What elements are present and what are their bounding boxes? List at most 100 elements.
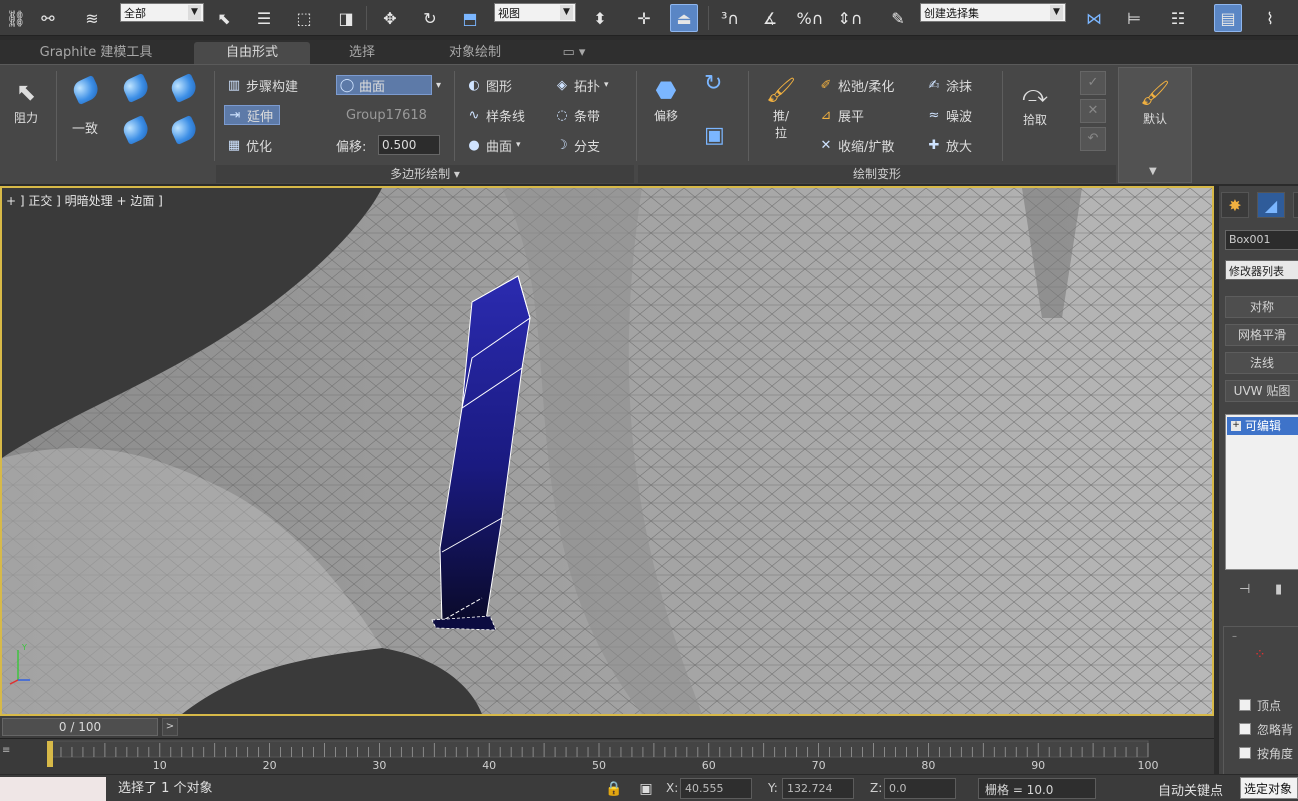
checkbox-box[interactable] [1239, 747, 1251, 759]
mirror-icon[interactable]: ⋈ [1080, 4, 1108, 32]
rotate-brush-icon[interactable]: ↻ [704, 71, 722, 96]
extend-button[interactable]: ⇥ 延伸 [224, 105, 281, 125]
resist-button[interactable]: ⬉ 阻力 [4, 75, 48, 126]
reference-coordinate-dropdown[interactable]: 视图 ▼ [494, 3, 576, 22]
offset-spinner[interactable]: 0.500 [378, 135, 440, 155]
viewport-label[interactable]: + ] 正交 ] 明暗处理 + 边面 ] [6, 192, 163, 209]
graphite-toggle-icon[interactable]: ▤ [1214, 4, 1242, 32]
close-icon[interactable]: ✕ [1080, 99, 1106, 123]
snap-toggle-icon[interactable]: ³∩ [716, 4, 744, 32]
stack-item-editable[interactable]: + 可编辑 [1227, 417, 1298, 435]
modify-tab-icon[interactable]: ◢ [1257, 192, 1285, 218]
track-bar[interactable]: ≡ 10 20 30 40 50 60 70 80 90 100 [0, 738, 1214, 774]
splines-button[interactable]: ∿ 样条线 [466, 105, 525, 125]
conform-button[interactable]: 一致 [72, 117, 98, 137]
inflate-button[interactable]: ✚ 放大 [926, 135, 972, 155]
checkbox-by-angle[interactable]: 按角度 [1239, 744, 1298, 762]
strips-button[interactable]: ◌ 条带 [554, 105, 600, 125]
y-coordinate-field[interactable]: 132.724 [782, 778, 854, 799]
align-icon[interactable]: ⊨ [1120, 4, 1148, 32]
select-object-icon[interactable]: ⬉ [210, 4, 238, 32]
select-manipulate-icon[interactable]: ✛ [630, 4, 658, 32]
tab-freeform[interactable]: 自由形式 [194, 42, 310, 64]
symmetry-button[interactable]: 对称 [1225, 296, 1298, 318]
absolute-mode-icon[interactable]: ▣ [636, 779, 656, 799]
tab-graphite-modeling[interactable]: Graphite 建模工具 [18, 42, 174, 64]
push-pull-button[interactable]: 🖌 推/拉 [756, 73, 806, 141]
offset-button[interactable]: ⬣ 偏移 [644, 73, 688, 124]
checkbox-box[interactable] [1239, 723, 1251, 735]
pin-stack-icon[interactable]: ⊣ [1239, 582, 1250, 597]
shapes-button[interactable]: ◐ 图形 [466, 75, 512, 95]
time-slider-thumb[interactable]: 0 / 100 [2, 718, 158, 736]
window-crossing-icon[interactable]: ◨ [332, 4, 360, 32]
gem-paint-icon[interactable] [166, 113, 204, 147]
checkbox-ignore-backfacing[interactable]: 忽略背 [1239, 720, 1298, 738]
rotate-icon[interactable]: ↻ [416, 4, 444, 32]
smudge-button[interactable]: ✍ 涂抹 [926, 75, 972, 95]
create-tab-icon[interactable]: ✸ [1221, 192, 1249, 218]
vertex-subobject-icon[interactable]: ⁘ [1254, 647, 1266, 663]
branches-button[interactable]: ☽ 分支 [554, 135, 600, 155]
unlink-icon[interactable]: ⚯ [34, 4, 62, 32]
object-name-field[interactable]: Box001 [1225, 230, 1298, 250]
gem-brush-icon[interactable] [166, 71, 204, 105]
select-by-name-icon[interactable]: ☰ [250, 4, 278, 32]
gem-gear-icon[interactable] [118, 71, 156, 105]
polydraw-group-label[interactable]: 多边形绘制 ▾ [216, 165, 634, 183]
tab-object-paint[interactable]: 对象绘制 [420, 42, 530, 64]
modifier-list-dropdown[interactable]: 修改器列表 [1225, 260, 1298, 280]
gem-shape-icon[interactable] [68, 73, 106, 107]
current-frame-marker[interactable] [47, 741, 53, 767]
next-frame-icon[interactable]: > [162, 718, 178, 736]
rect-selection-icon[interactable]: ⬚ [290, 4, 318, 32]
key-filter-dropdown[interactable]: 选定对象 [1240, 777, 1298, 799]
spinner-snap-icon[interactable]: ⇕∩ [836, 4, 864, 32]
lock-icon[interactable]: 🔒 [604, 779, 624, 799]
gem-copy-icon[interactable] [118, 113, 156, 147]
surface-mode-dropdown[interactable]: ◯ 曲面 [336, 75, 432, 95]
named-selection-dropdown[interactable]: 创建选择集 ▼ [920, 3, 1066, 22]
tab-selection[interactable]: 选择 [326, 42, 398, 64]
clone-brush-icon[interactable]: ▣ [704, 123, 725, 148]
check-icon[interactable]: ✓ [1080, 71, 1106, 95]
relax-soften-button[interactable]: ✐ 松弛/柔化 [818, 75, 895, 95]
scale-icon[interactable]: ⬒ [456, 4, 484, 32]
keyboard-shortcut-toggle-icon[interactable]: ⏏ [670, 4, 698, 32]
chevron-down-icon[interactable]: ▼ [1149, 166, 1157, 177]
flatten-button[interactable]: ⊿ 展平 [818, 105, 864, 125]
surface-button[interactable]: ● 曲面 ▾ [466, 135, 520, 155]
curve-editor-icon[interactable]: ⌇ [1256, 4, 1284, 32]
bind-space-warp-icon[interactable]: ≋ [78, 4, 106, 32]
auto-key-button[interactable]: 自动关键点 [1158, 780, 1223, 799]
expand-icon[interactable]: + [1231, 421, 1241, 431]
pivot-center-icon[interactable]: ⬍ [586, 4, 614, 32]
move-icon[interactable]: ✥ [376, 4, 404, 32]
rollout-toggle-icon[interactable]: – [1232, 631, 1237, 642]
noise-button[interactable]: ≈ 噪波 [926, 105, 972, 125]
optimize-button[interactable]: ▦ 优化 [226, 135, 272, 155]
pick-button[interactable]: ⤼ 拾取 [1012, 77, 1058, 128]
meshsmooth-button[interactable]: 网格平滑 [1225, 324, 1298, 346]
topology-button[interactable]: ◈ 拓扑 ▾ [554, 75, 609, 95]
normal-button[interactable]: 法线 [1225, 352, 1298, 374]
step-build-button[interactable]: ▥ 步骤构建 [226, 75, 298, 95]
maxscript-listener[interactable] [0, 777, 106, 801]
checkbox-vertex[interactable]: 顶点 [1239, 696, 1298, 714]
hierarchy-tab-icon[interactable] [1293, 192, 1298, 218]
chevron-down-icon[interactable]: ▾ [436, 75, 441, 95]
contract-expand-button[interactable]: ✕ 收缩/扩散 [818, 135, 895, 155]
selection-filter-dropdown[interactable]: 全部 ▼ [120, 3, 204, 22]
default-button[interactable]: 🖌 默认 [1133, 76, 1177, 127]
perspective-viewport[interactable]: + ] 正交 ] 明暗处理 + 边面 ] Y [0, 186, 1214, 716]
checkbox-box[interactable] [1239, 699, 1251, 711]
time-slider[interactable]: 0 / 100 > [0, 716, 1214, 738]
show-end-result-icon[interactable]: ▮ [1275, 582, 1282, 597]
undo-icon[interactable]: ↶ [1080, 127, 1106, 151]
layer-manager-icon[interactable]: ☷ [1164, 4, 1192, 32]
ribbon-options-icon[interactable]: ▭ ▾ [554, 42, 594, 64]
link-icon[interactable]: ⛓ [2, 4, 30, 32]
z-coordinate-field[interactable]: 0.0 [884, 778, 956, 799]
percent-snap-icon[interactable]: %∩ [796, 4, 824, 32]
edit-named-selection-icon[interactable]: ✎ [884, 4, 912, 32]
